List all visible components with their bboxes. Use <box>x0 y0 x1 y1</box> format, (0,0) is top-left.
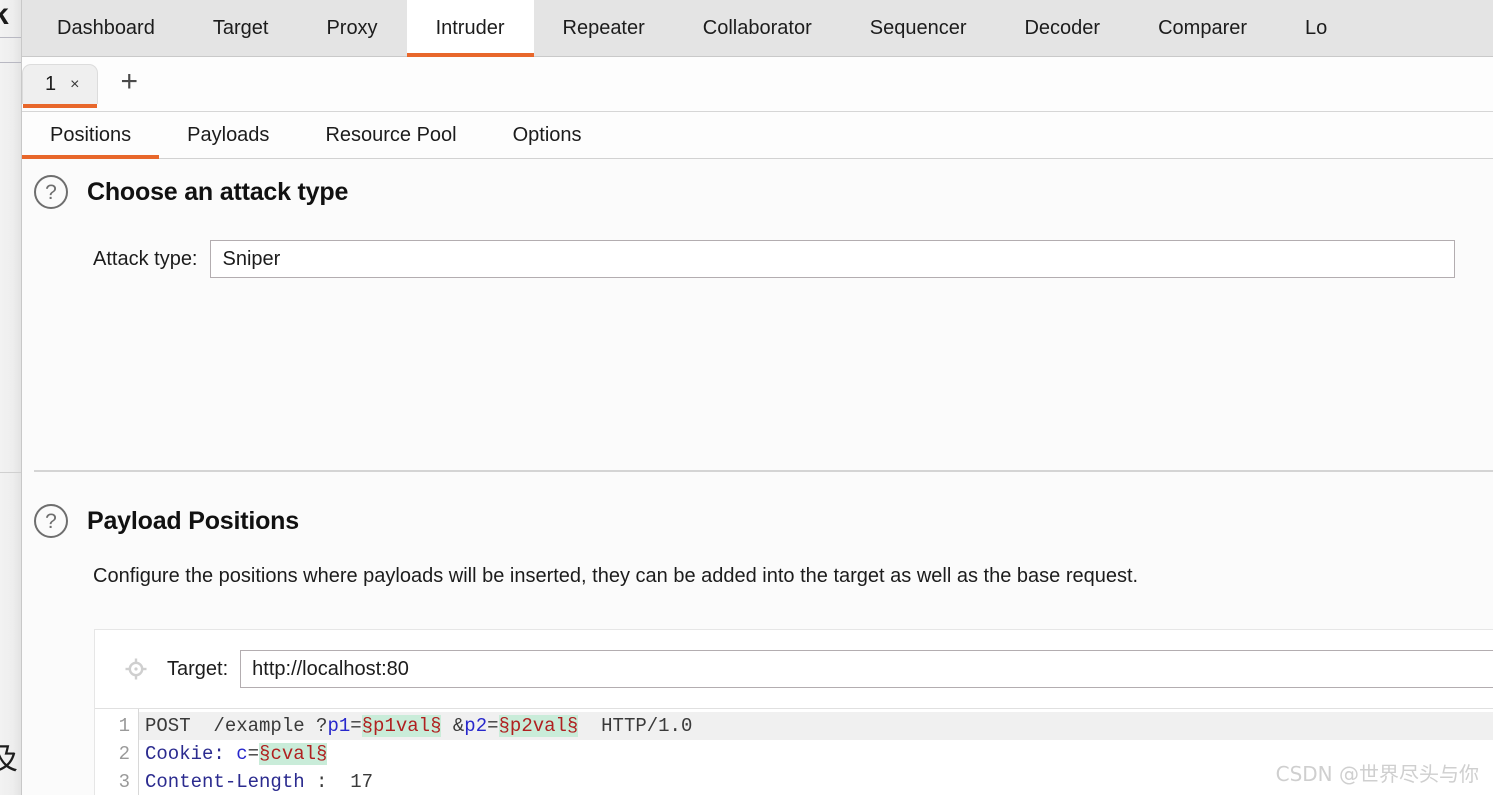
tab-label: Intruder <box>435 17 505 39</box>
request-line[interactable]: POST /example ?p1=§p1val§ &p2=§p2val§ HT… <box>139 712 1493 740</box>
code-token: & <box>441 715 465 737</box>
tab-repeater[interactable]: Repeater <box>534 0 674 57</box>
target-row: Target: http://localhost:80 <box>95 630 1493 708</box>
line-number: 3 <box>118 771 130 793</box>
help-icon[interactable]: ? <box>34 504 68 538</box>
tab-sequencer[interactable]: Sequencer <box>841 0 996 57</box>
attack-type-selected-value: Sniper <box>222 247 281 270</box>
attack-tab-bar: 1 × + <box>22 57 1493 112</box>
strip-divider-line <box>0 37 21 38</box>
positions-panel: ? Choose an attack type Attack type: Sni… <box>22 159 1493 795</box>
clipped-window-chrome-strip: k 及 <box>0 0 22 795</box>
code-token: HTTP/1.0 <box>578 715 693 737</box>
intruder-sub-tab-bar: Positions Payloads Resource Pool Options <box>22 112 1493 159</box>
attack-type-select[interactable]: Sniper <box>209 240 1455 278</box>
payload-position-marker: §cval§ <box>259 743 328 765</box>
main-window: Dashboard Target Proxy Intruder Repeater… <box>22 0 1493 795</box>
strip-divider-line <box>0 472 21 473</box>
request-code-lines[interactable]: POST /example ?p1=§p1val§ &p2=§p2val§ HT… <box>139 709 1493 795</box>
main-tab-bar: Dashboard Target Proxy Intruder Repeater… <box>22 0 1493 57</box>
tab-dashboard[interactable]: Dashboard <box>28 0 184 57</box>
payload-positions-description: Configure the positions where payloads w… <box>93 565 1139 587</box>
request-line[interactable]: Content-Length : 17 <box>139 768 1493 795</box>
code-token: = <box>350 715 362 737</box>
sub-tab-label: Positions <box>50 123 132 146</box>
tab-collaborator[interactable]: Collaborator <box>674 0 841 57</box>
target-label: Target: <box>167 657 229 680</box>
section-title: Payload Positions <box>87 506 299 535</box>
tab-label: Decoder <box>1024 17 1101 39</box>
tab-payloads[interactable]: Payloads <box>159 112 297 159</box>
tab-decoder[interactable]: Decoder <box>995 0 1129 57</box>
tab-label: Sequencer <box>869 17 967 39</box>
tab-intruder[interactable]: Intruder <box>406 0 534 57</box>
clipped-cjk-text: 及 <box>0 743 18 777</box>
code-token: c <box>236 743 248 765</box>
section-title: Choose an attack type <box>87 177 349 206</box>
tab-positions[interactable]: Positions <box>22 112 160 159</box>
payload-position-marker: §p2val§ <box>498 715 579 737</box>
tab-logger[interactable]: Lo <box>1276 0 1356 57</box>
code-token: p1 <box>327 715 351 737</box>
code-token: : 17 <box>304 771 374 793</box>
tab-options[interactable]: Options <box>485 112 610 159</box>
add-attack-tab-icon[interactable]: + <box>112 66 146 102</box>
sub-tab-label: Options <box>512 123 582 146</box>
clipped-title-text: k <box>0 0 9 34</box>
close-icon[interactable]: × <box>70 76 79 93</box>
section-divider <box>34 470 1493 472</box>
code-token: = <box>247 743 260 765</box>
tab-label: Target <box>212 17 269 39</box>
attack-type-section: ? Choose an attack type Attack type: Sni… <box>34 175 1493 278</box>
request-editor-panel: Target: http://localhost:80 1 2 3 4 5 PO… <box>94 629 1493 795</box>
line-number: 1 <box>118 715 130 737</box>
sub-tab-label: Payloads <box>187 123 270 146</box>
attack-tab-label: 1 <box>45 73 57 95</box>
payload-position-marker: §p1val§ <box>361 715 442 737</box>
attack-type-row: Attack type: Sniper <box>34 240 1493 278</box>
help-icon[interactable]: ? <box>34 175 68 209</box>
target-input-value: http://localhost:80 <box>252 657 409 680</box>
crosshair-icon <box>125 658 147 680</box>
line-number-gutter: 1 2 3 4 5 <box>95 709 139 795</box>
target-input[interactable]: http://localhost:80 <box>240 650 1493 688</box>
line-number: 2 <box>118 743 130 765</box>
attack-tab-1[interactable]: 1 × <box>22 64 99 108</box>
request-line[interactable]: Cookie: c=§cval§ <box>139 740 1493 768</box>
payload-positions-header: ? Payload Positions <box>34 504 1493 538</box>
attack-type-header: ? Choose an attack type <box>34 175 1493 209</box>
code-token: p2 <box>464 715 488 737</box>
tab-label: Repeater <box>562 17 645 39</box>
code-token: = <box>487 715 499 737</box>
code-token: POST /example ? <box>145 715 328 737</box>
tab-label: Collaborator <box>702 17 812 39</box>
code-token: Cookie <box>145 743 214 765</box>
payload-positions-section: ? Payload Positions Configure the positi… <box>34 504 1493 589</box>
request-code-editor[interactable]: 1 2 3 4 5 POST /example ?p1=§p1val§ &p2=… <box>95 708 1493 795</box>
tab-label: Comparer <box>1158 17 1248 39</box>
burp-suite-window: k 及 Dashboard Target Proxy Intruder Repe… <box>0 0 1493 795</box>
tab-label: Proxy <box>326 17 378 39</box>
tab-resource-pool[interactable]: Resource Pool <box>297 112 484 159</box>
tab-label: Dashboard <box>57 17 155 39</box>
tab-target[interactable]: Target <box>184 0 298 57</box>
code-token: Content-Length <box>145 771 305 793</box>
strip-divider-line <box>0 62 21 63</box>
tab-comparer[interactable]: Comparer <box>1129 0 1276 57</box>
tab-proxy[interactable]: Proxy <box>297 0 406 57</box>
attack-type-label: Attack type: <box>93 247 198 270</box>
tab-label: Lo <box>1305 17 1328 39</box>
sub-tab-label: Resource Pool <box>325 123 457 146</box>
code-token: : <box>213 743 237 765</box>
